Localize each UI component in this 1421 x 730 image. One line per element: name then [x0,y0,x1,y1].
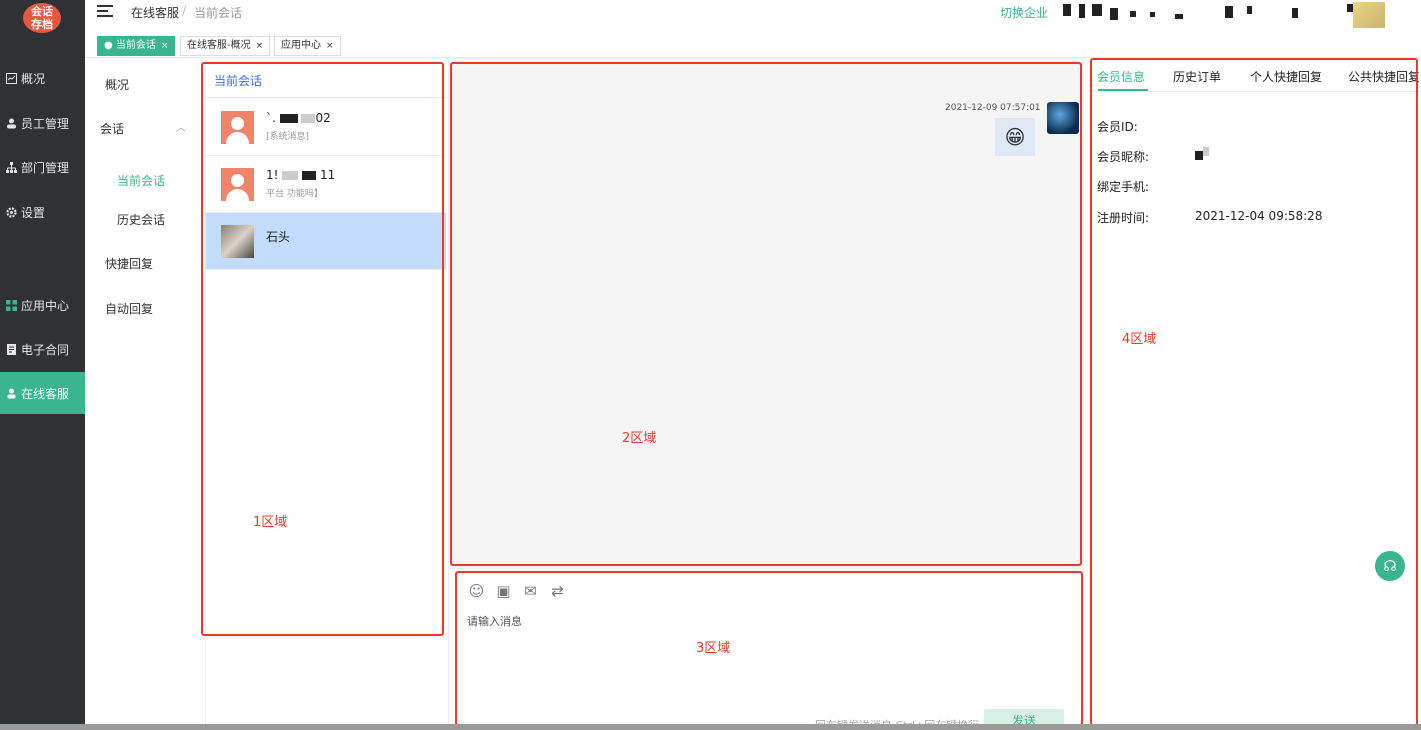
tab-member-info[interactable]: 会员信息 [1097,68,1145,85]
zone-1-label: 1区域 [253,515,288,530]
user-avatar[interactable] [1353,2,1385,28]
gear-icon [6,206,17,218]
tab-current-session[interactable]: ● 当前会话 × [97,36,176,56]
nav-label: 电子合同 [21,342,70,357]
tab-public-quick-reply[interactable]: 公共快捷回复 [1348,68,1420,85]
nav-label: 概况 [21,71,46,86]
submenu-auto-reply[interactable]: 自动回复 [105,300,153,317]
tab-service-overview[interactable]: 在线客服-概况 × [180,36,271,56]
member-register-value: 2021-12-04 09:58:28 [1195,209,1323,223]
conversation-item[interactable]: 石头 [206,213,446,270]
nav-label: 在线客服 [21,386,70,401]
tab-close-icon[interactable]: × [326,41,334,51]
message-timestamp: 2021-12-09 07:57:01 [945,103,1041,113]
composer-toolbar: ☺ ▣ ✉ ⇄ [468,583,566,600]
avatar [221,111,254,144]
submenu-overview[interactable]: 概况 [105,76,129,93]
document-icon [7,343,16,355]
submenu-history-session[interactable]: 历史会话 [117,211,165,228]
member-register-label: 注册时间: [1097,211,1150,225]
submenu-current-session[interactable]: 当前会话 [117,172,165,189]
chevron-up-icon[interactable]: ︿ [176,119,186,134]
logo-line-1: 会话 [31,5,53,18]
nav-item-online-service[interactable]: 在线客服 [0,372,85,414]
message-bubble: 😁 [995,118,1035,156]
breadcrumb-section[interactable]: 在线客服 [131,4,179,21]
tab-close-icon[interactable]: × [256,41,264,51]
chart-icon [6,72,17,84]
member-phone-label: 绑定手机: [1097,180,1150,194]
tab-app-center[interactable]: 应用中心 × [274,36,341,56]
org-icon [6,161,17,173]
users-icon [7,118,16,128]
agent-avatar [1047,102,1079,134]
nav-item-contract[interactable]: 电子合同 [0,328,85,370]
conversation-list-header: 当前会话 [206,58,446,98]
breadcrumb-current: 当前会话 [194,6,243,20]
nav-item-staff[interactable]: 员工管理 [0,102,85,144]
message-input[interactable]: 请输入消息 [467,613,522,629]
switch-enterprise-link[interactable]: 切换企业 [1000,4,1048,21]
conversation-list-title: 当前会话 [214,74,263,88]
conversation-preview: 平台 功能吗】 [266,189,323,199]
conversation-item[interactable]: 1! 11 平台 功能吗】 [206,156,446,213]
member-info-panel: 会员信息 历史订单 个人快捷回复 公共快捷回复 会员ID: 会员昵称: 绑定手机… [1090,58,1421,730]
member-id-label: 会员ID: [1097,120,1138,134]
avatar [221,168,254,201]
nav-label: 设置 [21,205,46,220]
grid-icon [6,299,17,311]
conversation-name: `. 02 [266,111,331,125]
menu-toggle-icon[interactable] [97,5,113,19]
nav-label: 员工管理 [21,116,70,131]
submenu-quick-reply[interactable]: 快捷回复 [105,255,153,272]
breadcrumb-separator: / [182,4,187,18]
avatar [221,225,254,258]
nav-item-app-center[interactable]: 应用中心 [0,284,85,326]
nav-item-department[interactable]: 部门管理 [0,146,85,188]
conversation-preview: [系统消息] [266,132,310,142]
zone-4-label: 4区域 [1122,332,1157,347]
tab-order-history[interactable]: 历史订单 [1173,68,1221,85]
chat-messages[interactable]: 2021-12-09 07:57:01 😁 [450,58,1085,568]
zone-2-label: 2区域 [622,431,657,446]
member-nickname-value [1195,147,1209,162]
page-tabs-bar: ● 当前会话 × 在线客服-概况 × 应用中心 × [85,33,1421,58]
headset-icon[interactable]: ☊ [1375,551,1405,581]
nav-item-overview[interactable]: 概况 [0,57,85,99]
conversation-item[interactable]: `. 02 [系统消息] [206,99,446,156]
swap-icon[interactable]: ⇄ [549,583,566,600]
zone-3-label: 3区域 [696,641,731,656]
member-nickname-label: 会员昵称: [1097,150,1150,164]
nav-item-settings[interactable]: 设置 [0,191,85,233]
mail-icon[interactable]: ✉ [522,583,539,600]
conversation-name: 1! 11 [266,168,336,182]
nav-label: 应用中心 [21,298,70,313]
person-icon [7,388,16,398]
submenu-session[interactable]: 会话 [100,120,124,137]
tab-personal-quick-reply[interactable]: 个人快捷回复 [1250,68,1322,85]
app-logo: 会话 存档 [23,3,61,33]
image-icon[interactable]: ▣ [495,583,512,600]
message-composer: ☺ ▣ ✉ ⇄ 请输入消息 回车键发送消息 Ctrl+回车键换行 发送 [450,568,1085,730]
tab-close-icon[interactable]: × [161,41,169,51]
nav-label: 部门管理 [21,160,70,175]
tab-divider [1090,91,1421,92]
conversation-name: 石头 [266,230,291,244]
logo-line-2: 存档 [31,18,53,31]
dock-strip [0,724,1421,730]
smile-icon[interactable]: ☺ [468,583,485,600]
main-sidebar: 会话 存档 概况 员工管理 部门管理 设置 应用中心 电子合同 在线客服 [0,0,85,730]
conversation-list: 当前会话 `. 02 [系统消息] 1! 11 平台 功能吗】 石头 [205,58,449,730]
top-header: 在线客服 / 当前会话 切换企业 [85,0,1421,33]
